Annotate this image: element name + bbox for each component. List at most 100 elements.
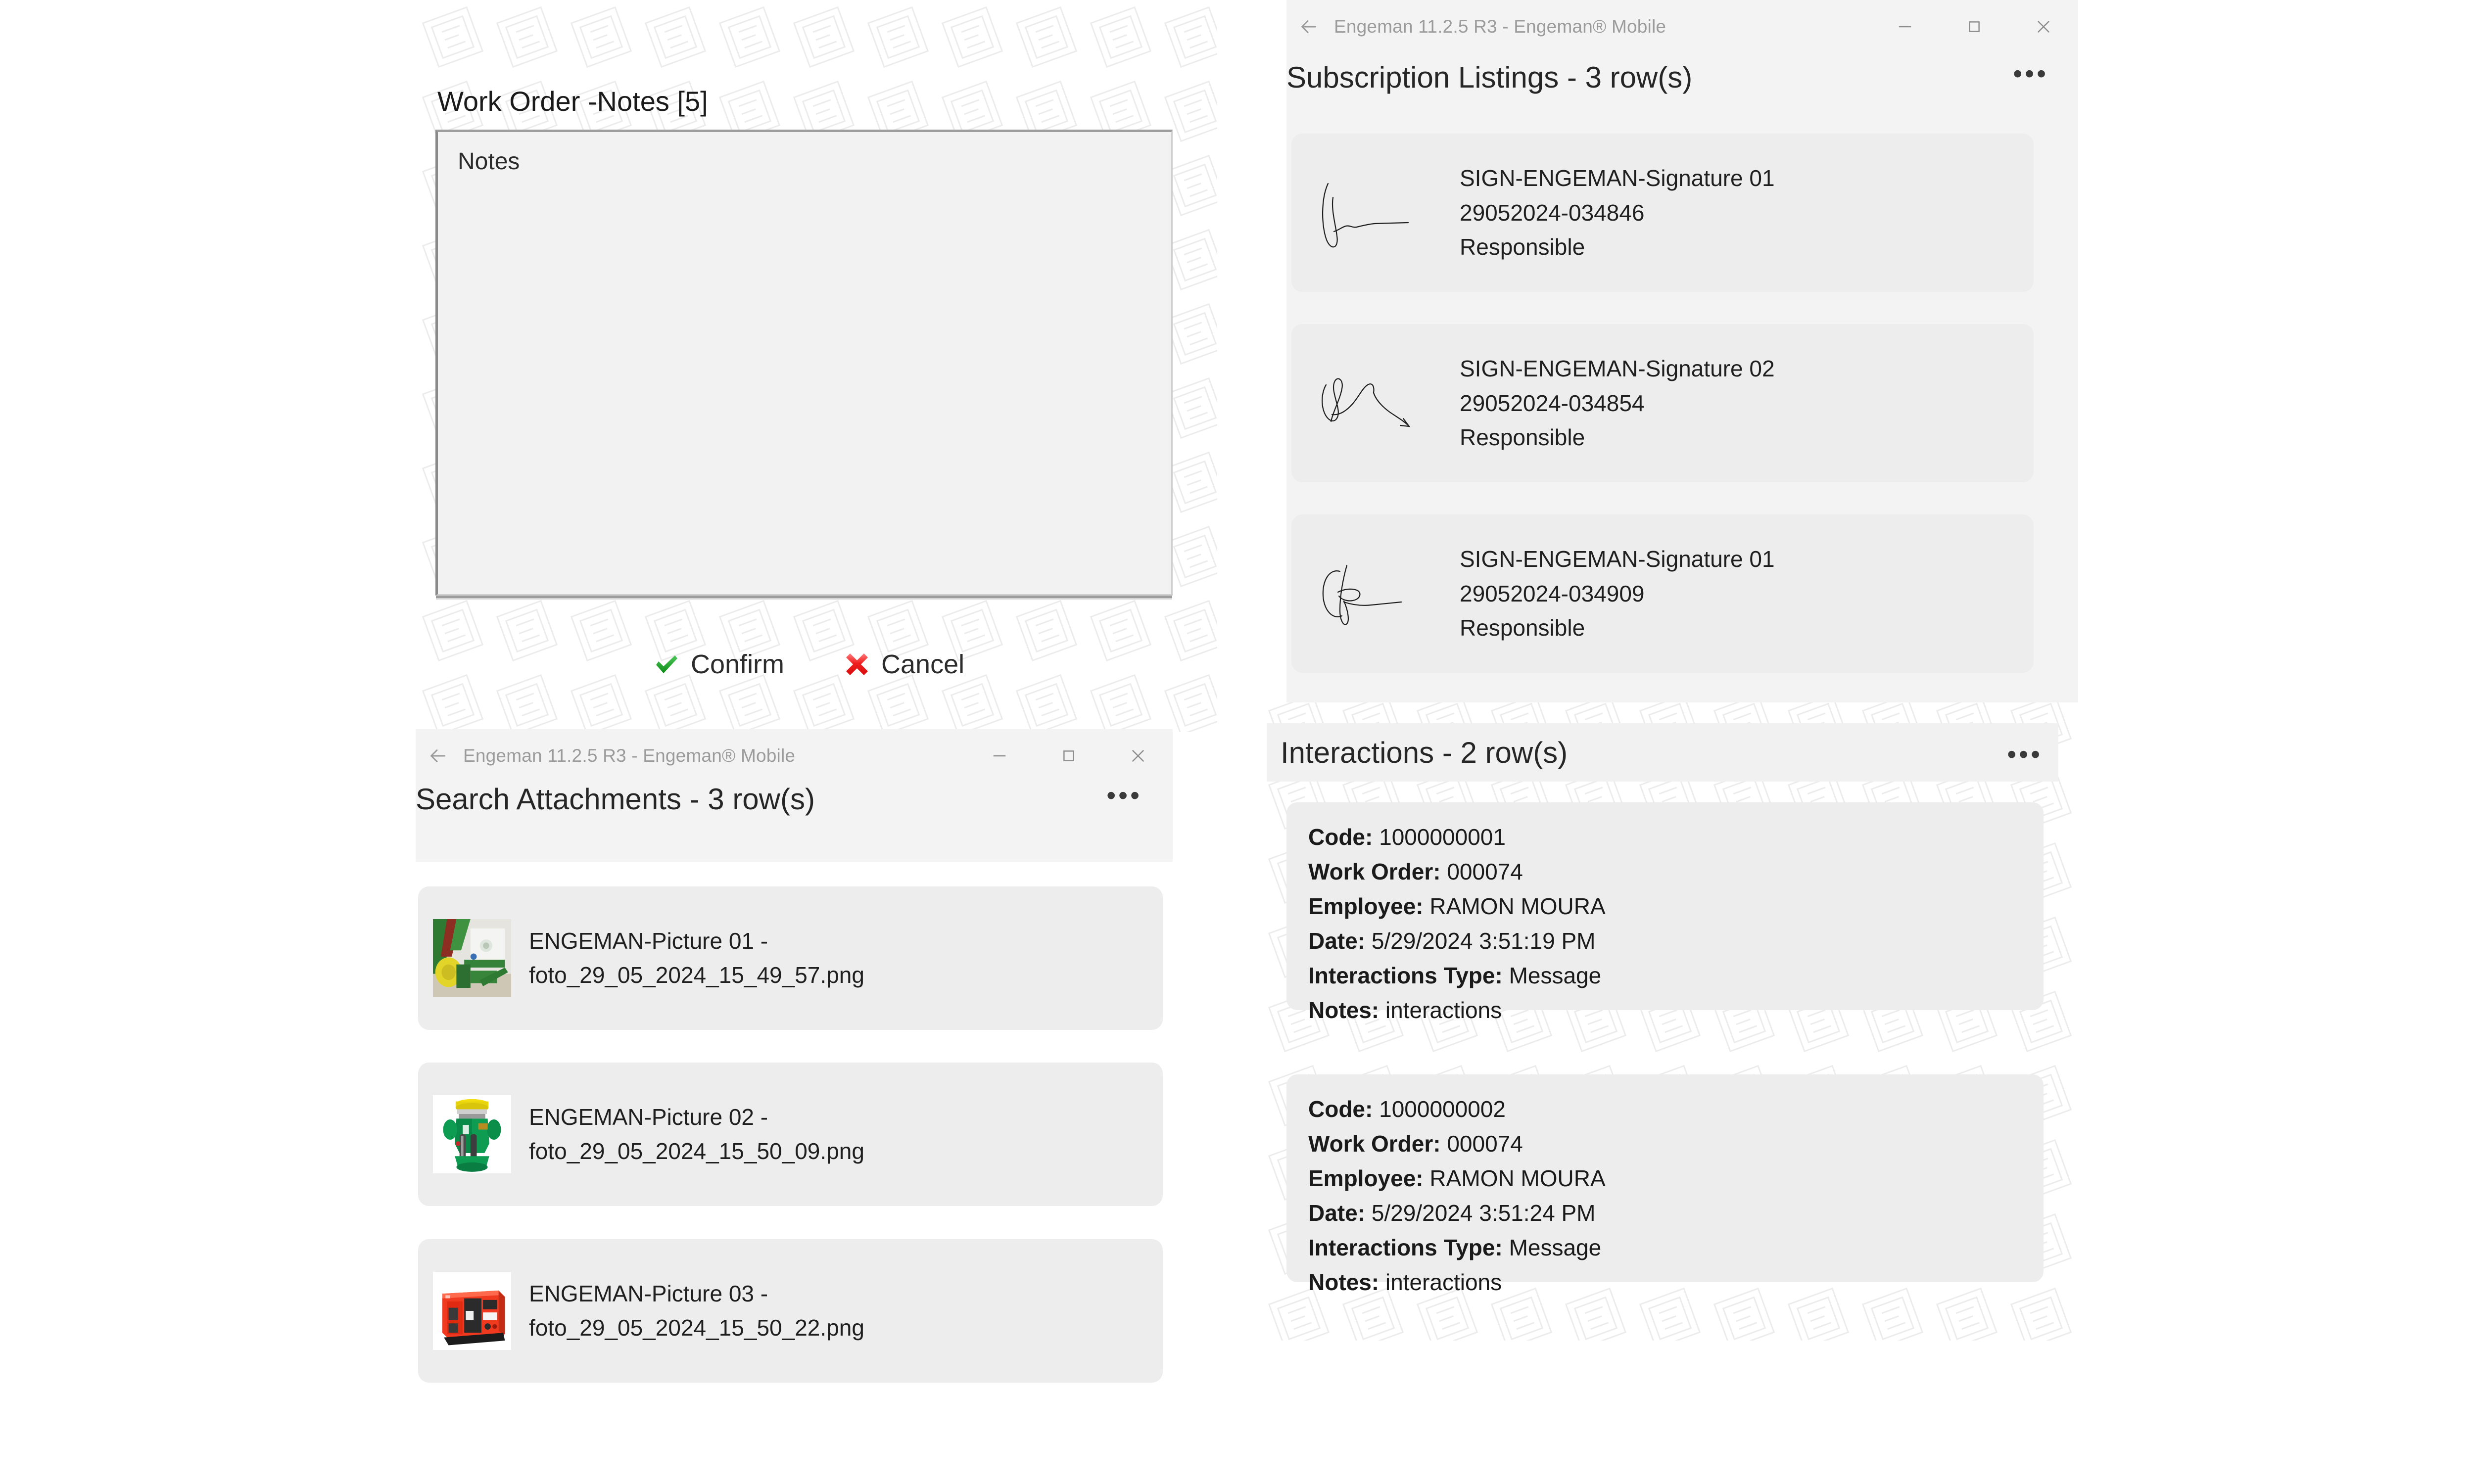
notes-placeholder-label: Notes: [458, 148, 520, 175]
list-item[interactable]: ENGEMAN-Picture 02 - foto_29_05_2024_15_…: [418, 1063, 1163, 1206]
employee-value: RAMON MOURA: [1429, 893, 1606, 919]
employee-label: Employee:: [1308, 893, 1424, 919]
signature-code: 29052024-034854: [1460, 390, 1645, 416]
ellipsis-icon[interactable]: •••: [2013, 60, 2048, 88]
signature-role: Responsible: [1460, 234, 1585, 260]
list-item-text: SIGN-ENGEMAN-Signature 02 29052024-03485…: [1460, 356, 1775, 451]
work-order-value: 000074: [1447, 1130, 1523, 1157]
interaction-work-order-row: Work Order: 000074: [1308, 855, 2022, 889]
interaction-employee-row: Employee: RAMON MOURA: [1308, 1161, 2022, 1196]
list-item-text: ENGEMAN-Picture 02 - foto_29_05_2024_15_…: [529, 1100, 864, 1168]
list-item[interactable]: SIGN-ENGEMAN-Signature 02 29052024-03485…: [1291, 324, 2034, 482]
list-item-text: ENGEMAN-Picture 01 - foto_29_05_2024_15_…: [529, 924, 864, 992]
list-item[interactable]: ENGEMAN-Picture 01 - foto_29_05_2024_15_…: [418, 886, 1163, 1030]
window-titlebar: Engeman 11.2.5 R3 - Engeman® Mobile: [416, 729, 1173, 783]
table-row[interactable]: Code: 1000000001 Work Order: 000074 Empl…: [1286, 802, 2044, 1023]
list-item[interactable]: SIGN-ENGEMAN-Signature 01 29052024-03490…: [1291, 514, 2034, 673]
interaction-type-row: Interactions Type: Message: [1308, 1231, 2022, 1265]
work-order-label: Work Order:: [1308, 1130, 1441, 1157]
interaction-date-row: Date: 5/29/2024 3:51:19 PM: [1308, 924, 2022, 959]
interaction-type-row: Interactions Type: Message: [1308, 959, 2022, 993]
type-label: Interactions Type:: [1308, 1234, 1503, 1260]
attachment-line-1: ENGEMAN-Picture 02 -: [529, 1104, 768, 1130]
green-pump-photo: [433, 1095, 511, 1173]
date-label: Date:: [1308, 1200, 1366, 1226]
notes-value: interactions: [1385, 1269, 1502, 1295]
signature-role: Responsible: [1460, 615, 1585, 641]
code-label: Code:: [1308, 1096, 1373, 1122]
window-controls: [965, 729, 1173, 783]
dialog-button-row: Confirm Cancel: [653, 649, 964, 680]
maximize-icon[interactable]: [1940, 0, 2009, 53]
interaction-notes-row: Notes: interactions: [1308, 993, 2022, 1028]
attachments-section-header: Search Attachments - 3 row(s) •••: [416, 782, 1158, 816]
window-title: Engeman 11.2.5 R3 - Engeman® Mobile: [1334, 16, 1666, 37]
code-label: Code:: [1308, 824, 1373, 850]
signature-role: Responsible: [1460, 424, 1585, 451]
signature-scribble-icon: [1311, 166, 1460, 260]
interaction-work-order-row: Work Order: 000074: [1308, 1127, 2022, 1161]
type-value: Message: [1509, 962, 1602, 988]
type-label: Interactions Type:: [1308, 962, 1503, 988]
list-item-text: SIGN-ENGEMAN-Signature 01 29052024-03490…: [1460, 546, 1775, 642]
maximize-icon[interactable]: [1034, 729, 1103, 783]
list-item[interactable]: SIGN-ENGEMAN-Signature 01 29052024-03484…: [1291, 134, 2034, 292]
interactions-section-header: Interactions - 2 row(s) •••: [1267, 723, 2058, 782]
list-item[interactable]: ENGEMAN-Picture 03 - foto_29_05_2024_15_…: [418, 1239, 1163, 1383]
back-arrow-icon[interactable]: [1286, 0, 1331, 53]
date-value: 5/29/2024 3:51:19 PM: [1371, 928, 1596, 954]
back-arrow-icon[interactable]: [416, 729, 460, 783]
screen-root: Work Order -Notes [5] Notes Confirm Canc…: [0, 0, 2474, 1484]
subscription-section-header: Subscription Listings - 3 row(s) •••: [1286, 60, 2048, 94]
type-value: Message: [1509, 1234, 1602, 1260]
minimize-icon[interactable]: [1870, 0, 1940, 53]
date-label: Date:: [1308, 928, 1366, 954]
minimize-icon[interactable]: [965, 729, 1034, 783]
notes-value: interactions: [1385, 997, 1502, 1023]
interaction-code-row: Code: 1000000002: [1308, 1092, 2022, 1127]
signature-code: 29052024-034909: [1460, 580, 1645, 606]
attachment-line-1: ENGEMAN-Picture 01 -: [529, 928, 768, 954]
signature-name: SIGN-ENGEMAN-Signature 02: [1460, 355, 1775, 381]
signature-scribble-icon: [1311, 547, 1460, 641]
close-icon[interactable]: [2009, 0, 2078, 53]
interaction-date-row: Date: 5/29/2024 3:51:24 PM: [1308, 1196, 2022, 1231]
interaction-employee-row: Employee: RAMON MOURA: [1308, 889, 2022, 924]
code-value: 1000000001: [1379, 824, 1506, 850]
attachment-line-2: foto_29_05_2024_15_49_57.png: [529, 962, 864, 988]
ellipsis-icon[interactable]: •••: [1106, 782, 1142, 809]
ellipsis-icon[interactable]: •••: [2007, 741, 2043, 768]
interactions-section-title: Interactions - 2 row(s): [1281, 736, 1568, 769]
close-icon[interactable]: [1103, 729, 1173, 783]
work-order-label: Work Order:: [1308, 858, 1441, 884]
date-value: 5/29/2024 3:51:24 PM: [1371, 1200, 1596, 1226]
check-mark-icon: [653, 651, 680, 678]
signature-code: 29052024-034846: [1460, 199, 1645, 226]
subscription-section-title: Subscription Listings - 3 row(s): [1286, 61, 1693, 94]
window-titlebar: Engeman 11.2.5 R3 - Engeman® Mobile: [1286, 0, 2078, 53]
employee-label: Employee:: [1308, 1165, 1424, 1191]
work-order-value: 000074: [1447, 858, 1523, 884]
interaction-notes-row: Notes: interactions: [1308, 1265, 2022, 1300]
attachment-line-2: foto_29_05_2024_15_50_22.png: [529, 1315, 864, 1341]
list-item-text: ENGEMAN-Picture 03 - foto_29_05_2024_15_…: [529, 1277, 864, 1345]
attachments-section-title: Search Attachments - 3 row(s): [416, 783, 815, 816]
employee-value: RAMON MOURA: [1429, 1165, 1606, 1191]
code-value: 1000000002: [1379, 1096, 1506, 1122]
attachment-line-1: ENGEMAN-Picture 03 -: [529, 1281, 768, 1306]
interaction-code-row: Code: 1000000001: [1308, 820, 2022, 855]
red-generator-photo: [433, 1272, 511, 1350]
table-row[interactable]: Code: 1000000002 Work Order: 000074 Empl…: [1286, 1074, 2044, 1295]
green-harvester-photo: [433, 919, 511, 997]
confirm-button-label: Confirm: [691, 649, 785, 679]
confirm-button[interactable]: Confirm: [653, 649, 784, 680]
signature-scribble-icon: [1311, 356, 1460, 450]
notes-input[interactable]: Notes: [435, 130, 1173, 596]
search-attachments-window: Engeman 11.2.5 R3 - Engeman® Mobile Sear…: [416, 729, 1173, 862]
cancel-button[interactable]: Cancel: [844, 649, 964, 680]
window-controls: [1870, 0, 2078, 53]
red-x-icon: [844, 651, 870, 678]
attachment-line-2: foto_29_05_2024_15_50_09.png: [529, 1138, 864, 1164]
list-item-text: SIGN-ENGEMAN-Signature 01 29052024-03484…: [1460, 165, 1775, 261]
signature-name: SIGN-ENGEMAN-Signature 01: [1460, 546, 1775, 572]
